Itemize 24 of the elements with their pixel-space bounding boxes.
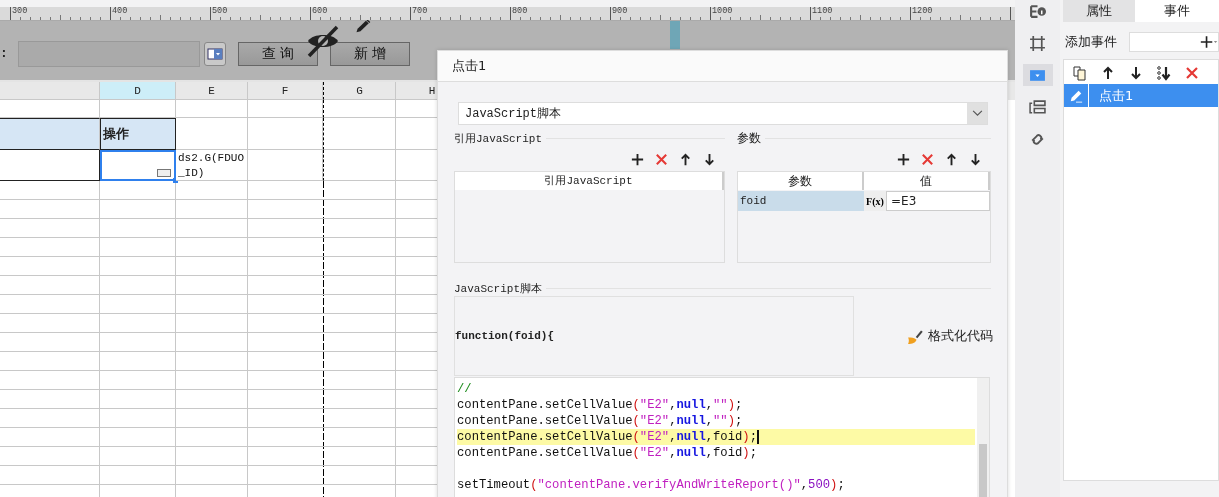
section-title: 参数 [737, 129, 761, 147]
code-signature: function(foid){ [455, 330, 555, 342]
ruler-label: 1100 [812, 7, 833, 15]
dialog-title: 点击1 [438, 51, 1007, 82]
field-label: : [0, 46, 9, 61]
field-label: 添加事件 [1065, 33, 1117, 51]
code-line: // [457, 381, 473, 397]
table-cell: foid [738, 191, 864, 211]
code-line: contentPane.setCellValue("E2",null,foid); [457, 445, 758, 461]
ruler-label: 500 [212, 7, 228, 15]
ruler-label: 700 [412, 7, 428, 15]
section-title: JavaScript脚本 [454, 281, 542, 296]
code-line: contentPane.setCellValue("E2",null,""); [457, 397, 744, 413]
ruler-label: 1000 [712, 7, 733, 15]
ruler-label: 300 [12, 7, 28, 15]
ruler-label: 900 [612, 7, 628, 15]
code-line: contentPane.setCellValue("E2",null,""); [457, 413, 744, 429]
ruler-label: 800 [512, 7, 528, 15]
ruler-label: 1200 [912, 7, 933, 15]
ruler-label: 600 [312, 7, 328, 15]
column-header: 引用JavaScript [455, 172, 724, 190]
code-line: setTimeout("contentPane.verifyAndWriteReport()",500); [457, 477, 846, 493]
ruler-label: 400 [112, 7, 128, 15]
section-title: 引用JavaScript [454, 131, 542, 146]
